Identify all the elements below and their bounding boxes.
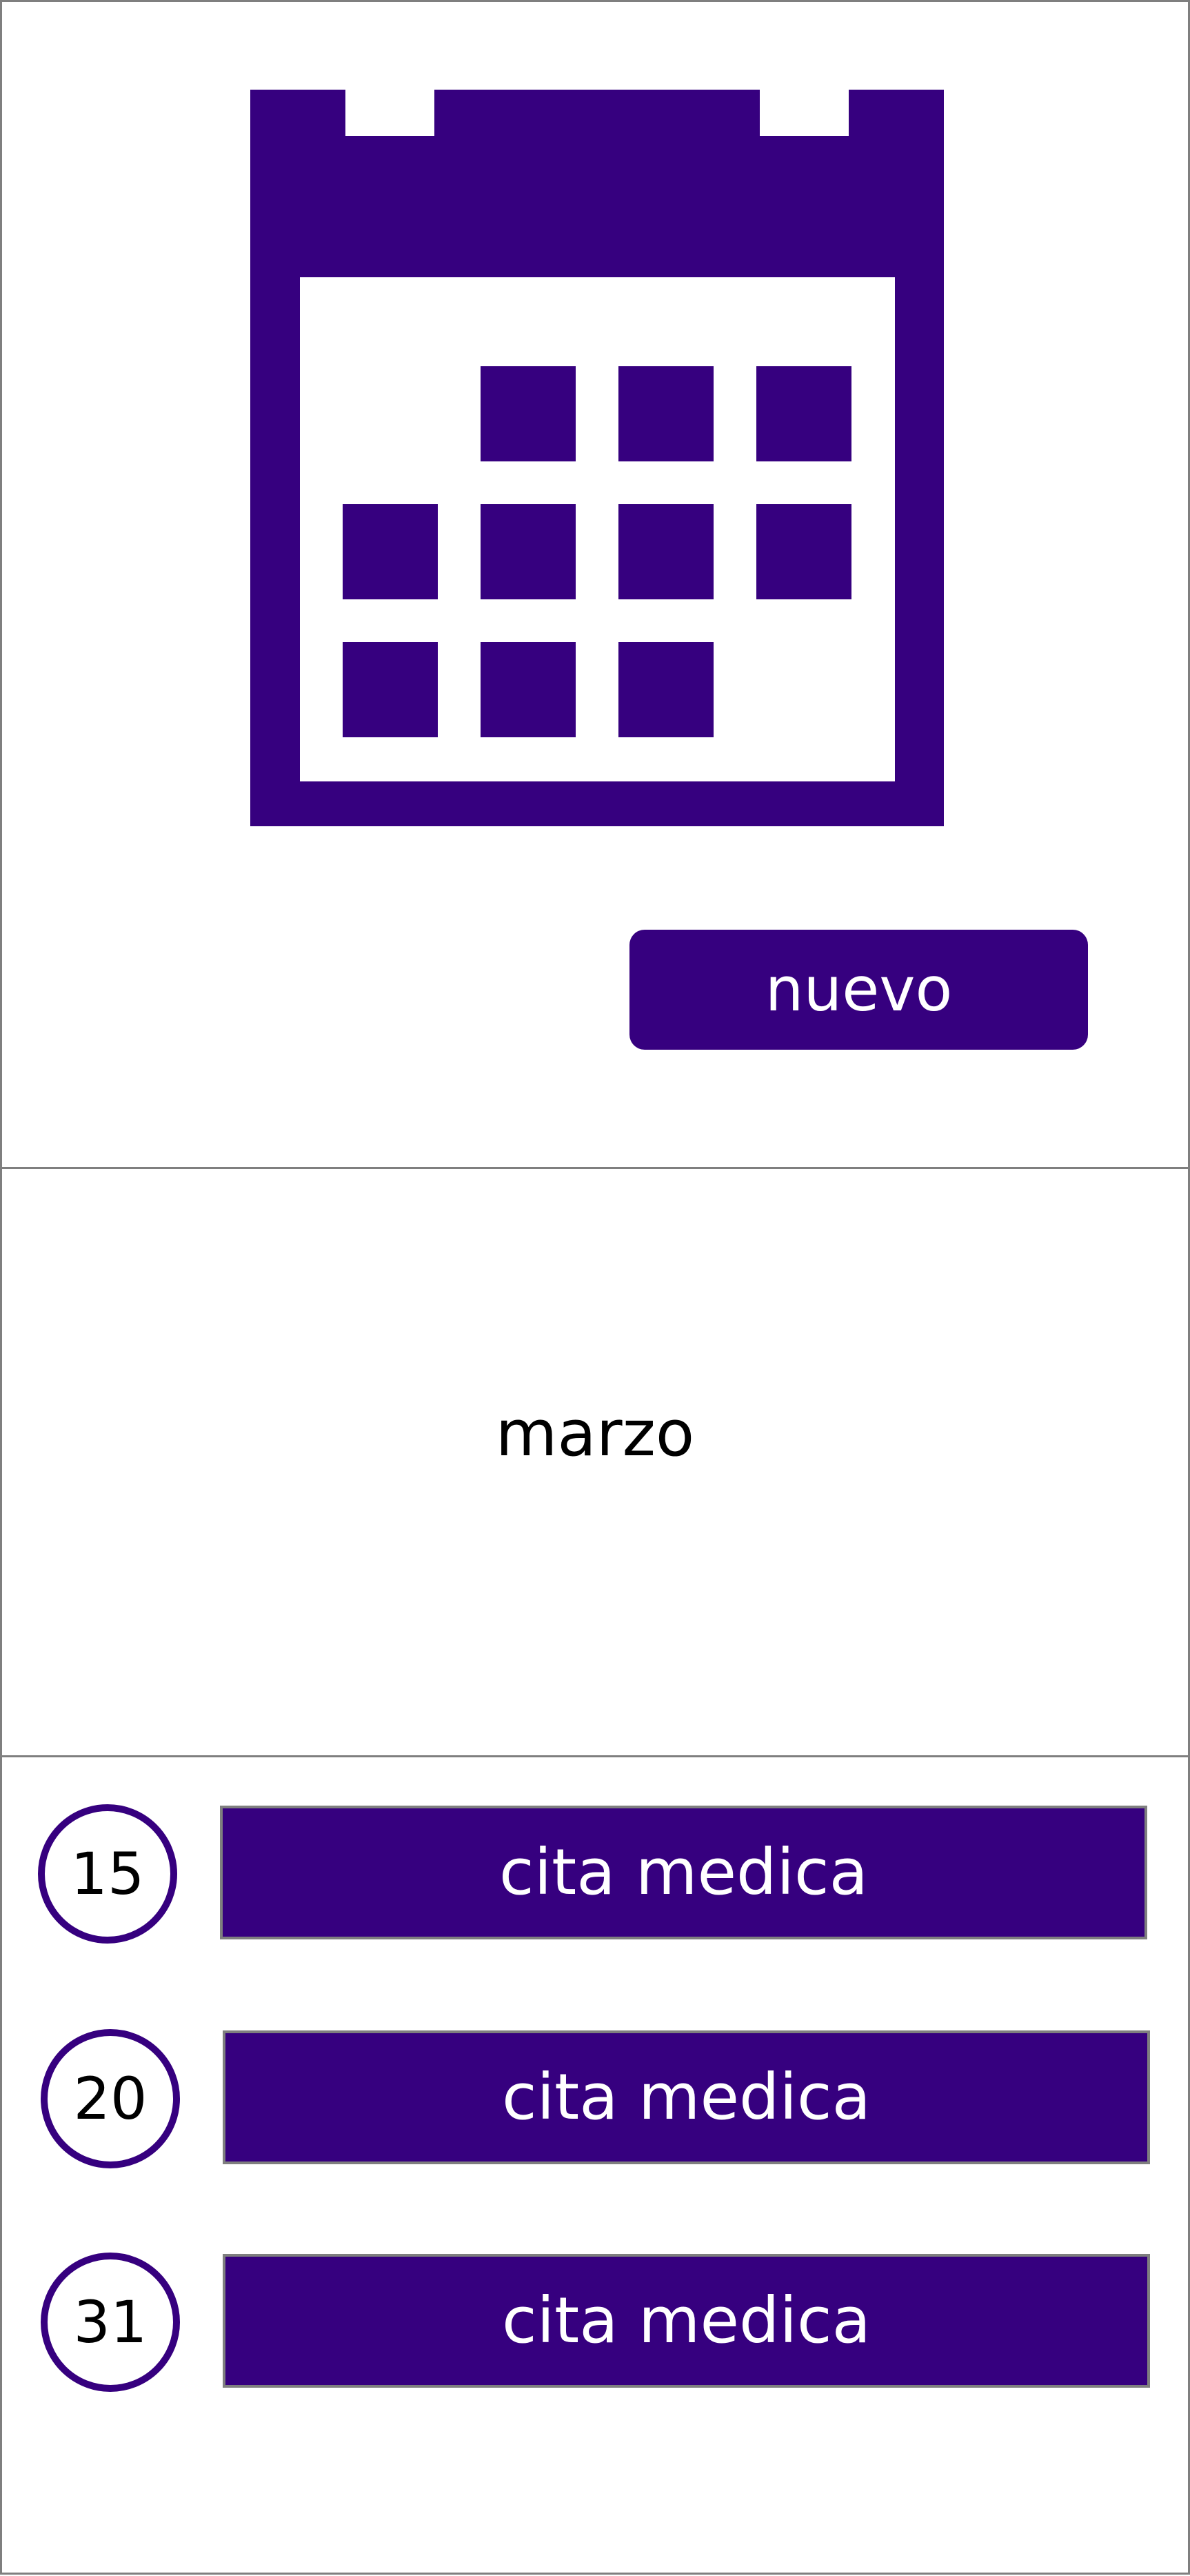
appointment-title[interactable]: cita medica [220,1806,1147,1939]
calendar-icon [250,90,944,826]
appointment-title[interactable]: cita medica [223,2030,1150,2164]
month-label: marzo [495,1397,695,1470]
month-section: marzo [2,1169,1188,1757]
new-button[interactable]: nuevo [629,930,1088,1050]
day-badge: 15 [38,1804,177,1944]
header-section: nuevo [2,2,1188,1169]
app-frame: nuevo marzo 15 cita medica 20 cita medic… [0,0,1190,2575]
appointment-list: 15 cita medica 20 cita medica 31 cita me… [2,1757,1188,2573]
appointment-row[interactable]: 31 cita medica [2,2253,1188,2397]
day-badge: 20 [41,2029,180,2168]
appointment-row[interactable]: 15 cita medica [2,1804,1188,1949]
appointment-row[interactable]: 20 cita medica [2,2029,1188,2174]
appointment-title[interactable]: cita medica [223,2254,1150,2388]
day-badge: 31 [41,2253,180,2392]
